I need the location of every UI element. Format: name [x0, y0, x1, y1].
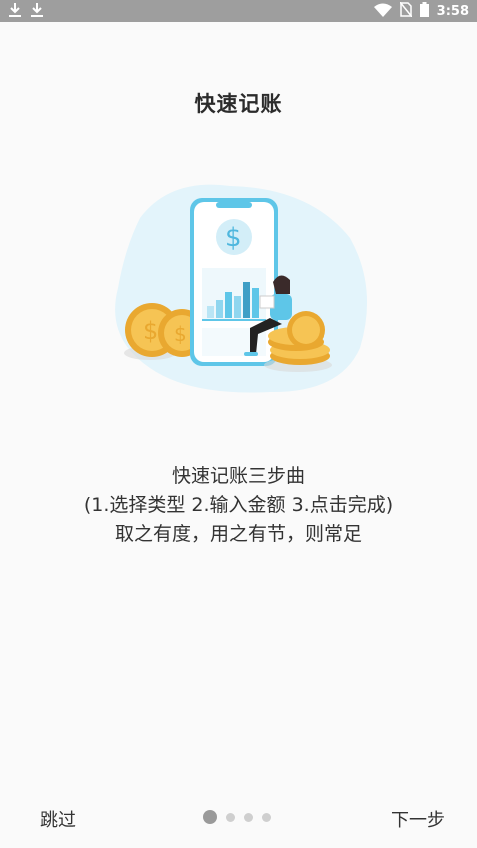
download-icon — [8, 2, 22, 22]
description-line: 取之有度，用之有节，则常足 — [114, 523, 362, 545]
wifi-icon — [373, 2, 392, 21]
onboarding-navigation: 跳过 下一步 — [0, 800, 477, 836]
description-line: (1.选择类型 2.输入金额 3.点击完成) — [83, 494, 394, 516]
onboarding-illustration: $ $ $ — [110, 178, 372, 400]
onboarding-description: 快速记账三步曲 (1.选择类型 2.输入金额 3.点击完成) 取之有度，用之有节… — [0, 462, 477, 549]
no-sim-icon — [399, 1, 413, 21]
svg-text:$: $ — [143, 317, 158, 345]
description-line: 快速记账三步曲 — [171, 465, 305, 487]
page-indicator-dot — [226, 812, 235, 822]
next-button[interactable]: 下一步 — [391, 806, 445, 832]
status-bar: 3:58 — [0, 0, 477, 22]
page-indicator-dot — [244, 812, 253, 822]
svg-text:$: $ — [174, 322, 187, 346]
page-indicator-dot-active — [203, 810, 217, 824]
battery-icon — [419, 1, 429, 21]
page-indicator — [203, 810, 271, 824]
page-title: 快速记账 — [194, 92, 283, 116]
skip-button[interactable]: 跳过 — [40, 806, 76, 832]
page-indicator-dot — [262, 812, 271, 822]
status-time: 3:58 — [436, 3, 469, 19]
download-icon — [30, 2, 44, 22]
svg-text:$: $ — [225, 223, 242, 253]
